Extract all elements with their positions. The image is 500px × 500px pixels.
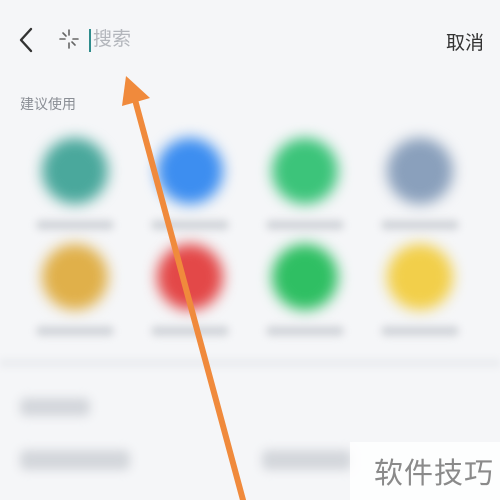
app-label xyxy=(36,220,114,230)
sparkle-icon xyxy=(59,29,79,49)
watermark-text: 软件技巧 xyxy=(373,456,494,490)
app-icon xyxy=(272,138,338,204)
app-label xyxy=(381,220,459,230)
app-icon xyxy=(42,138,108,204)
app-label xyxy=(266,220,344,230)
app-label xyxy=(151,326,229,336)
back-button[interactable] xyxy=(10,22,42,58)
section-divider xyxy=(0,358,500,368)
app-label xyxy=(151,220,229,230)
app-item[interactable] xyxy=(30,138,120,258)
app-icon xyxy=(157,138,223,204)
search-input[interactable] xyxy=(93,27,393,53)
app-item[interactable] xyxy=(30,244,120,364)
text-cursor xyxy=(89,29,91,52)
app-icon xyxy=(157,244,223,310)
app-icon xyxy=(387,138,453,204)
app-label xyxy=(266,326,344,336)
app-label xyxy=(381,326,459,336)
app-item[interactable] xyxy=(145,244,235,364)
app-item[interactable] xyxy=(145,138,235,258)
watermark: 软件技巧 xyxy=(350,442,500,500)
blurred-list-item xyxy=(20,450,130,470)
app-icon xyxy=(387,244,453,310)
app-icon xyxy=(272,244,338,310)
app-label xyxy=(36,326,114,336)
chevron-left-icon xyxy=(19,27,33,53)
app-item[interactable] xyxy=(260,138,350,258)
blurred-section-title xyxy=(20,398,90,416)
search-bar: 取消 xyxy=(0,0,500,80)
app-item[interactable] xyxy=(375,244,465,364)
app-item[interactable] xyxy=(260,244,350,364)
cancel-button[interactable]: 取消 xyxy=(446,28,484,55)
blurred-list-item xyxy=(262,450,352,470)
app-icon xyxy=(42,244,108,310)
section-title-suggested: 建议使用 xyxy=(20,97,76,113)
app-item[interactable] xyxy=(375,138,465,258)
